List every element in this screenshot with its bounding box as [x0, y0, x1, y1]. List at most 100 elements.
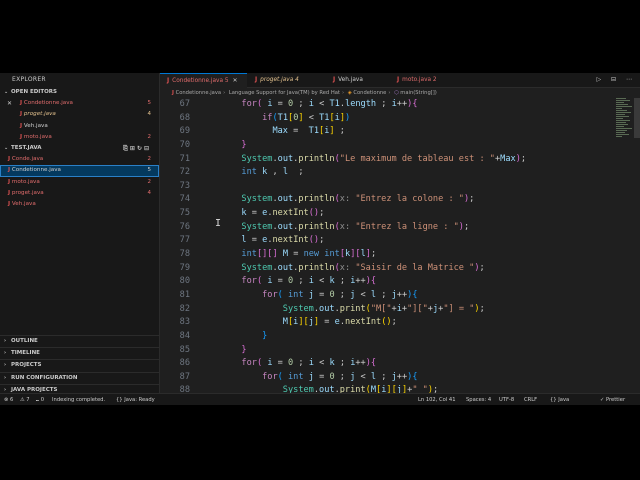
- code-line: for( i = 0 ; i < k ; i++){: [241, 276, 377, 287]
- explorer-header: EXPLORER: [12, 76, 46, 83]
- file-name: Condetionne.java: [23, 100, 73, 106]
- line-number: 75: [179, 208, 190, 219]
- code-line: for( int j = 0 ; j < l ; j++){: [262, 371, 418, 382]
- explorer-actions[interactable]: ⎘⊞↻⊟: [123, 143, 151, 154]
- new-file-icon[interactable]: ⎘: [123, 145, 130, 152]
- cursor-position-status[interactable]: Ln 102, Col 41: [418, 394, 456, 405]
- chevron-right-icon: ›: [4, 374, 7, 381]
- text-cursor-icon: I: [215, 218, 222, 229]
- java-file-icon: J: [8, 167, 11, 174]
- tab-proget[interactable]: Jproget.java 4: [248, 73, 325, 87]
- indentation-status[interactable]: Spaces: 4: [466, 394, 491, 405]
- code-line: System.out.print("M["+i+"]["+j+"] = ");: [282, 303, 485, 314]
- java-ready-status[interactable]: {} Java: Ready: [116, 394, 155, 405]
- tab-label: moto.java 2: [402, 77, 437, 83]
- file-item-selected[interactable]: J Condetionne.java 5: [0, 165, 159, 177]
- line-number: 70: [179, 139, 190, 150]
- section-label: OUTLINE: [11, 338, 38, 344]
- eol-status[interactable]: CRLF: [524, 394, 537, 405]
- file-item[interactable]: J moto.java 2: [0, 177, 159, 188]
- code-line: for( int j = 0 ; j < l ; j++){: [262, 289, 418, 300]
- language-status[interactable]: {} Java: [550, 394, 569, 405]
- tab-condetionne[interactable]: J Condetionne.java 5 ✕: [160, 73, 247, 88]
- line-number: 72: [179, 167, 190, 178]
- file-item[interactable]: J Conde.java 2: [0, 154, 159, 165]
- explorer-sidebar: EXPLORER ⌄ OPEN EDITORS ✕ J Condetionne.j…: [0, 73, 160, 393]
- open-editor-item[interactable]: J moto.java 2: [0, 132, 159, 143]
- breadcrumb-file[interactable]: Condetionne.java: [176, 90, 222, 96]
- java-file-icon: J: [8, 201, 11, 208]
- chevron-down-icon: ⌄: [4, 89, 9, 95]
- breadcrumb-method[interactable]: main(String[]): [400, 90, 437, 96]
- code-area[interactable]: for( i = 0 ; i < T1.length ; i++){ if(T1…: [200, 98, 630, 393]
- indexing-status: Indexing completed.: [52, 397, 106, 403]
- file-item[interactable]: J Veh.java: [0, 199, 159, 210]
- file-name: Conde.java: [11, 156, 44, 163]
- project-section[interactable]: ⌄ TEST.JAVA ⎘⊞↻⊟: [0, 143, 159, 154]
- open-editors-label: OPEN EDITORS: [11, 89, 57, 95]
- file-name: proget.java: [11, 190, 44, 197]
- line-number: 86: [179, 358, 190, 369]
- problem-count: 2: [147, 133, 152, 140]
- line-number: 76: [179, 221, 190, 232]
- minimap[interactable]: [616, 98, 634, 158]
- status-bar: ⊗ 6 ⚠ 7 ⑉ 0 Indexing completed. {} Java:…: [0, 393, 640, 405]
- code-line: }: [241, 344, 247, 355]
- chevron-right-icon: ›: [4, 362, 7, 369]
- open-editor-item[interactable]: J Veh.java: [0, 121, 159, 132]
- breadcrumb-project[interactable]: Language Support for Java(TM) by Red Hat: [229, 90, 340, 96]
- line-number: 67: [179, 99, 190, 109]
- java-file-icon: J: [167, 78, 170, 84]
- line-number: 87: [179, 371, 190, 382]
- errors-status[interactable]: ⊗ 6: [4, 394, 13, 405]
- java-file-icon: J: [255, 77, 258, 83]
- code-line: Max = T1[i] ;: [272, 126, 345, 137]
- java-file-icon: J: [172, 90, 174, 96]
- code-line: System.out.println(x: "Entrez la ligne :…: [241, 221, 470, 232]
- section-label: PROJECTS: [11, 362, 42, 369]
- projects-section[interactable]: › PROJECTS: [0, 359, 159, 371]
- warnings-status[interactable]: ⚠ 7: [20, 394, 30, 405]
- new-folder-icon[interactable]: ⊞: [130, 145, 137, 152]
- open-editor-item[interactable]: ✕ J Condetionne.java 5: [0, 98, 159, 109]
- code-line: for( i = 0 ; i < T1.length ; i++){: [241, 99, 418, 109]
- run-configuration-section[interactable]: › RUN CONFIGURATION: [0, 371, 159, 384]
- timeline-section[interactable]: › TIMELINE: [0, 347, 159, 359]
- tab-actions[interactable]: ▷ ⊟ ⋯: [597, 73, 636, 87]
- problem-count: 2: [147, 178, 152, 185]
- close-icon[interactable]: ✕: [7, 98, 12, 109]
- encoding-status[interactable]: UTF-8: [499, 394, 514, 405]
- java-file-icon: J: [8, 190, 11, 197]
- tab-veh[interactable]: J Veh.java: [326, 73, 388, 87]
- vertical-scrollbar[interactable]: [634, 98, 640, 138]
- line-number: 79: [179, 262, 190, 273]
- refresh-icon[interactable]: ↻: [137, 145, 144, 152]
- java-file-icon: J: [8, 178, 11, 185]
- java-file-icon: J: [8, 156, 11, 163]
- ports-status[interactable]: ⑉ 0: [36, 394, 44, 405]
- file-name: Condetionne.java: [11, 167, 61, 174]
- collapse-all-icon[interactable]: ⊟: [144, 145, 151, 152]
- problem-count: 4: [147, 111, 152, 118]
- open-editors-section[interactable]: ⌄ OPEN EDITORS: [0, 87, 159, 98]
- method-icon: ⬡: [394, 90, 399, 96]
- line-number: 82: [179, 303, 190, 314]
- chevron-right-icon: ›: [4, 338, 7, 344]
- code-line: M[i][j] = e.nextInt();: [282, 317, 397, 328]
- open-editor-item[interactable]: J proget.java 4: [0, 109, 159, 120]
- code-line: for( i = 0 ; i < k ; i++){: [241, 358, 377, 369]
- outline-section[interactable]: › OUTLINE: [0, 335, 159, 347]
- section-label: RUN CONFIGURATION: [11, 374, 78, 381]
- code-editor[interactable]: 67 68 69 70 71 72 73 74 75 76 77 78 79 80 81 82 83 84 85 86…: [160, 98, 640, 393]
- prettier-status[interactable]: ✓ Prettier: [600, 394, 625, 405]
- line-number: 88: [179, 385, 190, 393]
- tab-moto[interactable]: Jmoto.java 2: [390, 73, 457, 87]
- section-label: TIMELINE: [11, 350, 40, 357]
- line-number: 83: [179, 317, 190, 328]
- file-item[interactable]: J proget.java 4: [0, 188, 159, 199]
- close-icon[interactable]: ✕: [233, 78, 238, 84]
- code-line: System.out.println("Le maximum de tablea…: [241, 153, 527, 164]
- chevron-down-icon: ⌄: [4, 145, 9, 152]
- breadcrumb-class[interactable]: Condetionne: [353, 90, 386, 96]
